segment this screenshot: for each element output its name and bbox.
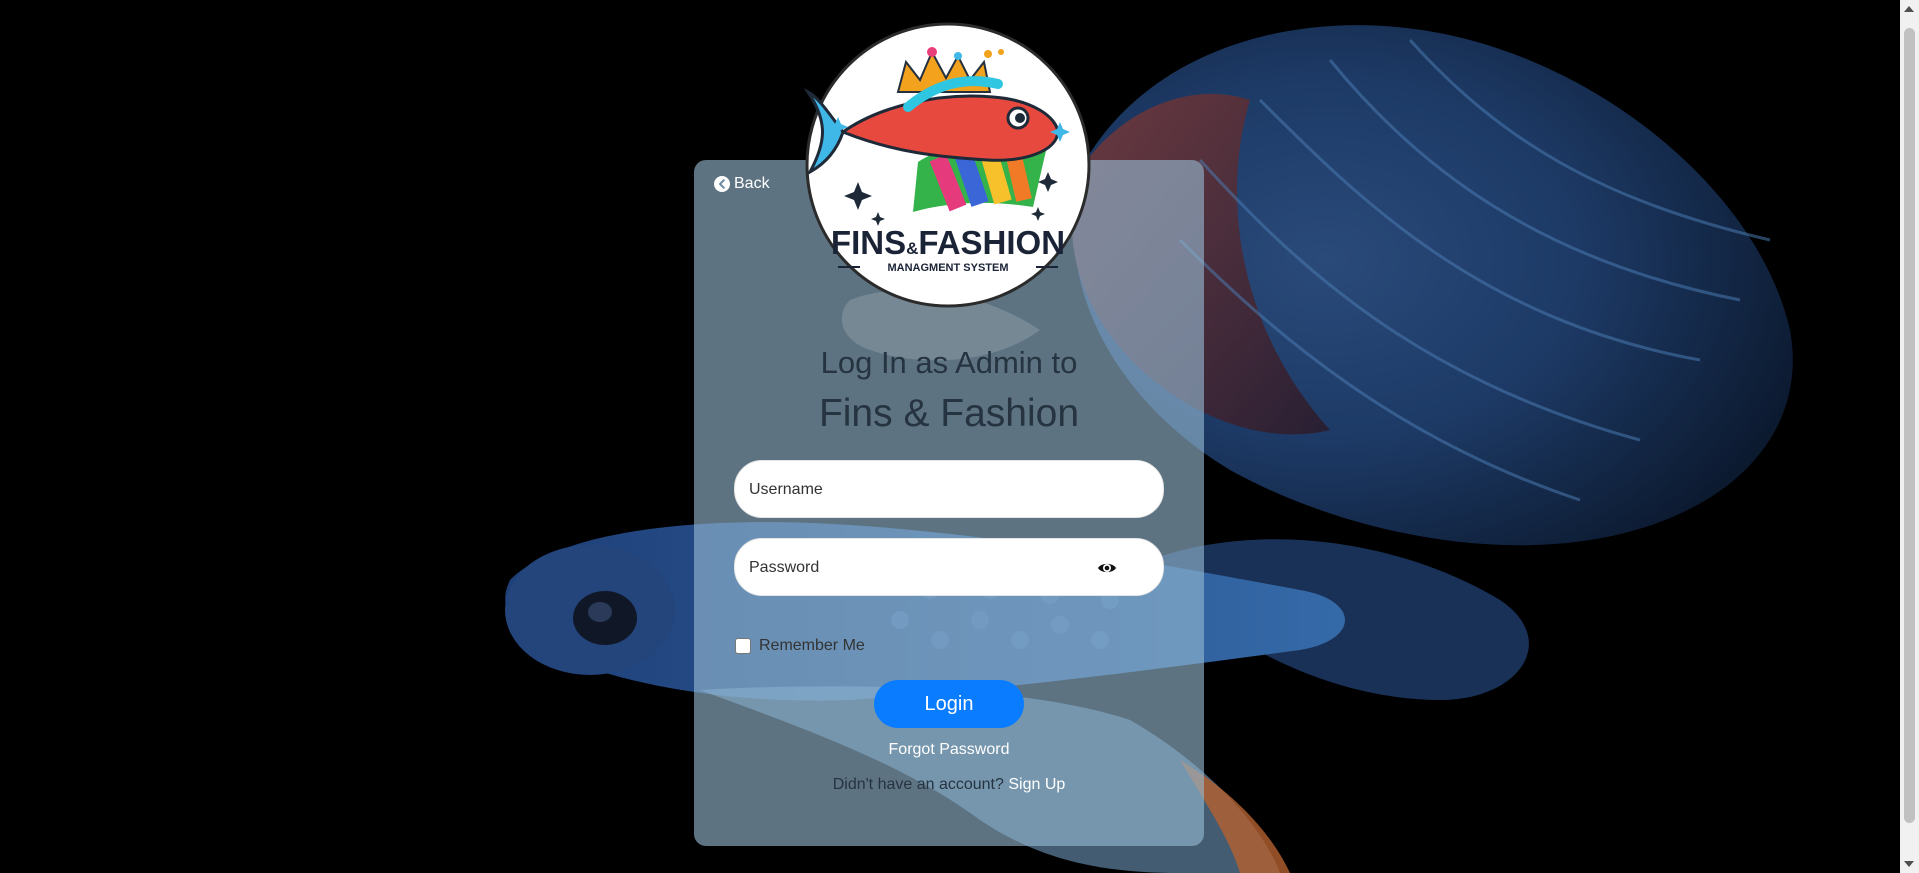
remember-me-label: Remember Me <box>759 637 865 654</box>
scroll-up-arrow-icon[interactable] <box>1904 6 1914 12</box>
username-field[interactable] <box>734 460 1164 519</box>
password-input[interactable] <box>747 539 1081 597</box>
login-button[interactable]: Login <box>874 680 1024 728</box>
eye-icon[interactable] <box>1097 558 1117 578</box>
fins-and-fashion-logo: FINS&FASHION MANAGMENT SYSTEM <box>803 22 1091 308</box>
remember-me-row[interactable]: Remember Me <box>735 637 865 655</box>
back-label: Back <box>734 175 770 192</box>
password-field[interactable] <box>734 538 1164 597</box>
chevron-left-circle-icon <box>714 176 730 192</box>
back-button[interactable]: Back <box>714 175 770 193</box>
logo-brand-part1: FINS <box>831 224 906 261</box>
remember-me-checkbox[interactable] <box>735 638 751 654</box>
page-title-line1: Log In as Admin to <box>820 345 1078 380</box>
logo-tagline: MANAGMENT SYSTEM <box>888 262 1009 274</box>
signup-prompt: Didn't have an account? <box>832 776 1009 793</box>
forgot-password-link[interactable]: Forgot Password <box>694 741 1204 759</box>
svg-text:FINS&FASHION: FINS&FASHION <box>831 224 1065 261</box>
logo-brand-amp: & <box>906 239 918 258</box>
page-title-line2: Fins & Fashion <box>818 392 1080 435</box>
login-page: Back FINS&FASHION MANAGMENT SYSTEM Log I… <box>0 0 1919 873</box>
username-input[interactable] <box>747 461 1081 519</box>
scroll-down-arrow-icon[interactable] <box>1904 861 1914 867</box>
scrollbar-thumb[interactable] <box>1904 28 1915 823</box>
signup-link[interactable]: Sign Up <box>1008 776 1065 793</box>
logo-brand-part2: FASHION <box>918 224 1065 261</box>
signup-row: Didn't have an account? Sign Up <box>694 776 1204 794</box>
vertical-scrollbar[interactable] <box>1900 0 1919 873</box>
